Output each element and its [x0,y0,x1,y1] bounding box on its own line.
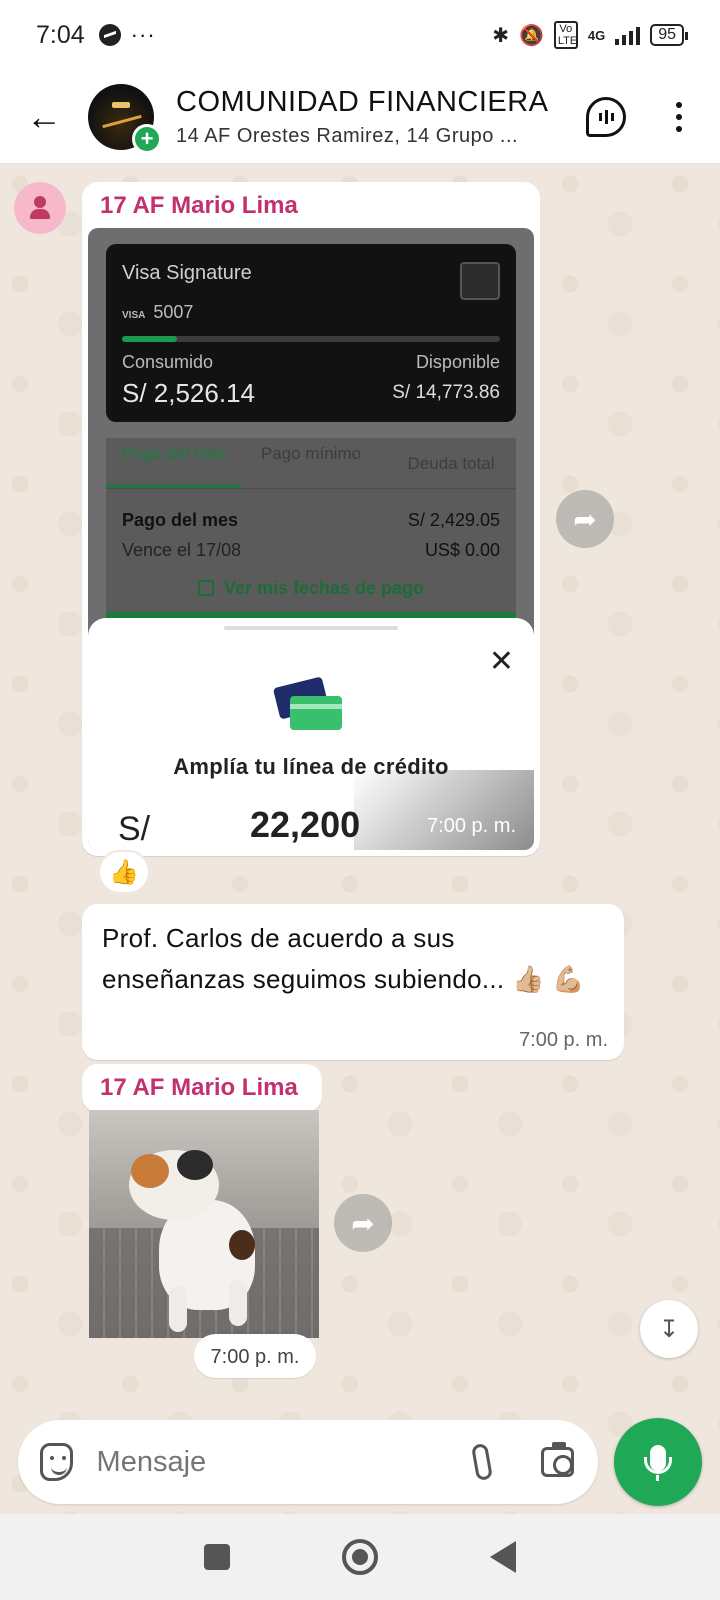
group-avatar[interactable]: + [88,83,162,154]
scroll-down-button[interactable]: ↧ [640,1300,698,1358]
pago-label: Pago del mes [122,510,239,530]
forward-icon: ➦ [351,1207,375,1239]
pago-value: S/ 2,429.05 [407,510,500,530]
nav-back-button[interactable] [490,1541,516,1573]
camera-icon[interactable] [541,1442,575,1477]
back-button[interactable]: ← [0,70,88,164]
close-icon: ✕ [488,645,514,678]
tab-pago-minimo: Pago mínimo [260,444,362,463]
cat-gif[interactable] [89,1110,319,1338]
status-bar: 7:04 ··· ✱ 🔕 Vo LTE 4G 95 [0,0,720,70]
message-time: 7:00 p. m. [427,815,516,837]
home-button[interactable] [342,1539,378,1575]
group-name: COMUNIDAD FINANCIERA [176,85,549,118]
calendar-icon [197,580,214,596]
status-icons: ✱ 🔕 Vo LTE 4G 95 [492,21,688,49]
network-label: 4G [587,27,606,43]
tab-pago-mes: Pago del mes [106,438,242,488]
message-text: Prof. Carlos de acuerdo a sus enseñanzas… [102,923,585,994]
emoji-sticker-icon[interactable] [40,1443,73,1481]
sender-name[interactable]: 17 AF Mario Lima [100,1074,298,1102]
vence-value: US$ 0.00 [424,540,500,560]
sticker-message-header[interactable]: 17 AF Mario Lima [82,1064,322,1112]
forward-button[interactable]: ➦ [334,1194,392,1252]
card-name: Visa Signature [122,262,252,284]
usage-bar-fill [122,336,178,342]
recents-button[interactable] [204,1544,230,1570]
double-chevron-down-icon: ↧ [658,1315,680,1343]
bluetooth-icon: ✱ [492,24,509,47]
sheet-currency: S/ [118,810,151,848]
forward-icon: ➦ [573,503,597,535]
messenger-icon [98,24,121,46]
consumido-label: Consumido [122,352,214,372]
image-attachment[interactable]: Visa Signature VISA 5007 Consumido S/ 2,5… [88,228,534,850]
credit-card: Visa Signature VISA 5007 Consumido S/ 2,5… [106,244,516,422]
message-time: 7:00 p. m. [519,1029,608,1051]
cards-icon [272,676,346,738]
status-time: 7:04 [36,20,85,49]
forward-button[interactable]: ➦ [556,490,614,548]
consumido-value: S/ 2,526.14 [122,378,255,408]
more-vert-icon[interactable] [664,101,694,132]
voice-chat-button[interactable] [586,96,626,137]
message-time-bubble: 7:00 p. m. [194,1334,316,1378]
mic-button[interactable] [614,1418,702,1506]
message-composer [18,1420,598,1504]
sender-name[interactable]: 17 AF Mario Lima [100,192,298,220]
card-chip-icon [460,262,500,300]
arrow-back-icon: ← [26,95,62,137]
add-icon: + [132,123,162,154]
fechas-link: Ver mis fechas de pago [106,578,516,599]
group-members: 14 AF Orestes Ramirez, 14 Grupo ... [176,124,519,147]
chat-header: ← + COMUNIDAD FINANCIERA 14 AF Orestes R… [0,70,720,164]
signal-icon [615,25,641,45]
battery-icon: 95 [650,24,688,46]
disponible-value: S/ 14,773.86 [392,382,500,403]
vence-label: Vence el 17/08 [122,540,242,560]
chat-area[interactable]: 17 AF Mario Lima Visa Signature VISA 5007… [0,164,720,1514]
attach-icon[interactable] [470,1442,493,1482]
message-input[interactable] [96,1445,474,1479]
card-number: VISA 5007 [122,302,194,322]
thumbs-up-icon: 👍 [109,858,139,886]
message-time: 7:00 p. m. [210,1346,300,1368]
mic-icon [644,1445,672,1481]
volte-label: Vo LTE [553,21,578,49]
tab-deuda-total: Deuda total [407,454,495,473]
sheet-amount: 22,200 [250,804,361,845]
mute-icon: 🔕 [518,24,544,47]
sender-avatar[interactable] [14,182,66,234]
group-info[interactable]: COMUNIDAD FINANCIERA 14 AF Orestes Ramir… [176,86,586,148]
usage-bar [122,336,500,342]
status-more: ··· [130,22,156,47]
disponible-label: Disponible [415,352,500,372]
text-message[interactable]: Prof. Carlos de acuerdo a sus enseñanzas… [82,904,624,1060]
payment-panel: Pago del mes Pago mínimo Deuda total Pag… [106,438,516,628]
reaction-badge[interactable]: 👍 [98,850,150,894]
image-message[interactable]: 17 AF Mario Lima Visa Signature VISA 5007… [82,182,540,856]
system-nav-bar [0,1514,720,1600]
